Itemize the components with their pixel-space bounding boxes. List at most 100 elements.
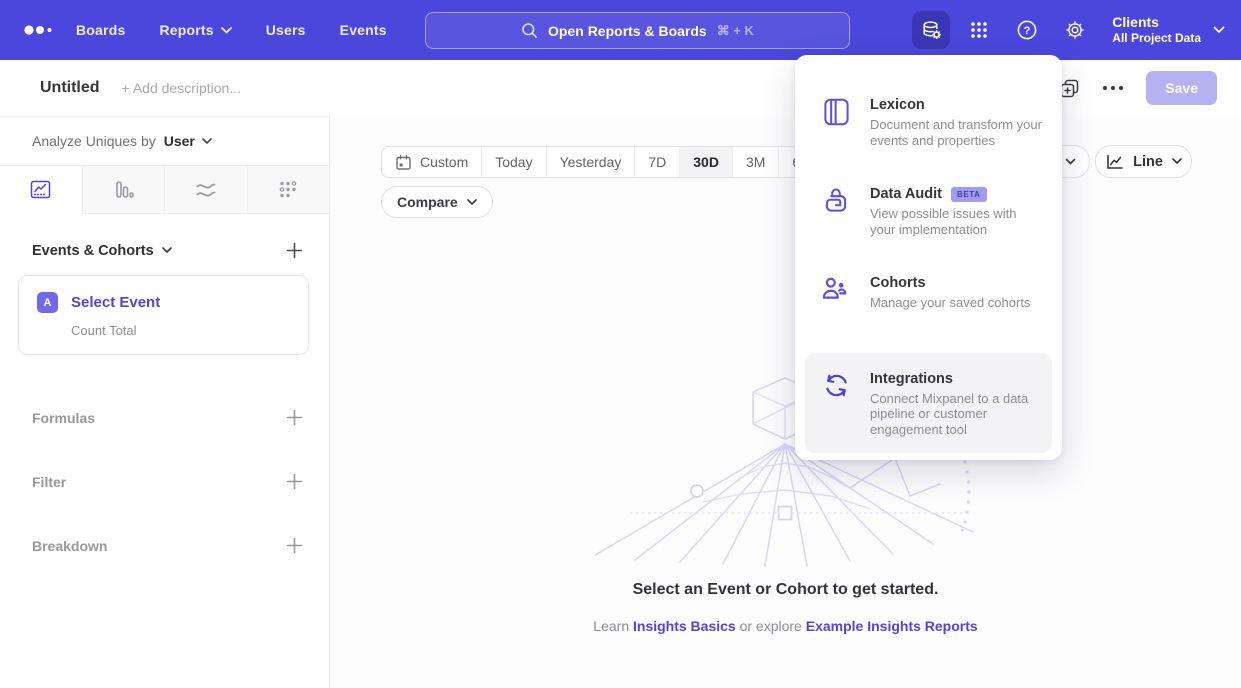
tab-bar-chart[interactable] xyxy=(83,166,166,213)
add-filter-button[interactable] xyxy=(286,473,303,490)
chart-canvas: Custom Today Yesterday 7D 30D 3M 6M Comp… xyxy=(330,116,1241,688)
plus-icon xyxy=(286,537,303,554)
menu-item-data-audit[interactable]: Data Audit BETA View possible issues wit… xyxy=(795,172,1062,249)
menu-item-cohorts[interactable]: Cohorts Manage your saved cohorts xyxy=(795,261,1062,323)
analyze-row: Analyze Uniques by User xyxy=(0,117,329,166)
chevron-down-icon xyxy=(221,27,232,34)
nav-boards[interactable]: Boards xyxy=(76,22,125,38)
report-title[interactable]: Untitled xyxy=(40,79,100,97)
help-icon: ? xyxy=(1016,19,1038,41)
beta-badge: BETA xyxy=(951,187,987,202)
chevron-down-icon xyxy=(1213,26,1225,34)
empty-state-title: Select an Event or Cohort to get started… xyxy=(330,581,1241,599)
apps-grid-button[interactable] xyxy=(960,11,998,49)
plus-icon xyxy=(286,242,303,259)
navbar-actions: ? Clients All Project Data xyxy=(912,0,1225,60)
plus-icon xyxy=(286,473,303,490)
formulas-label: Formulas xyxy=(32,410,95,426)
mixpanel-insights-app: Boards Reports Users Events Open Reports… xyxy=(0,0,1241,688)
line-chart-icon xyxy=(1105,153,1124,171)
metric-grid-icon xyxy=(277,179,299,201)
compare-dropdown[interactable]: Compare xyxy=(381,186,493,218)
more-options-button[interactable] xyxy=(1102,85,1124,91)
stacked-flow-icon xyxy=(194,178,218,202)
empty-state: Select an Event or Cohort to get started… xyxy=(330,581,1241,634)
chart-type-dropdown[interactable]: Line xyxy=(1095,145,1192,178)
gear-icon xyxy=(1064,19,1086,41)
events-cohorts-header: Events & Cohorts xyxy=(0,242,329,259)
add-breakdown-button[interactable] xyxy=(286,537,303,554)
event-card[interactable]: A Select Event Count Total xyxy=(18,275,309,355)
database-gear-icon xyxy=(920,19,943,42)
settings-button[interactable] xyxy=(1056,11,1094,49)
mixpanel-logo-icon[interactable] xyxy=(22,20,58,40)
event-series-badge: A xyxy=(37,292,58,313)
project-scope: All Project Data xyxy=(1112,31,1201,46)
date-range-30d[interactable]: 30D xyxy=(680,147,733,177)
date-range-3m[interactable]: 3M xyxy=(733,147,779,177)
project-switcher[interactable]: Clients All Project Data xyxy=(1112,14,1225,46)
plus-icon xyxy=(286,409,303,426)
project-name: Clients xyxy=(1112,14,1201,31)
tab-metric-grid[interactable] xyxy=(248,166,330,213)
svg-text:?: ? xyxy=(1024,25,1031,37)
filter-section: Filter xyxy=(0,473,329,490)
date-range-7d[interactable]: 7D xyxy=(635,147,680,177)
tab-stacked-chart[interactable] xyxy=(165,166,248,213)
insights-basics-link[interactable]: Insights Basics xyxy=(633,618,736,634)
empty-state-subtitle: Learn Insights Basics or explore Example… xyxy=(330,618,1241,634)
chevron-down-icon xyxy=(1172,158,1182,165)
date-range-custom[interactable]: Custom xyxy=(382,147,482,177)
duplicate-button[interactable] xyxy=(1059,78,1080,99)
audit-icon xyxy=(821,184,851,237)
select-event-label[interactable]: Select Event xyxy=(71,294,160,311)
search-shortcut: ⌘ + K xyxy=(717,23,754,39)
formulas-section: Formulas xyxy=(0,409,329,426)
nav-events[interactable]: Events xyxy=(340,22,387,38)
nav-users[interactable]: Users xyxy=(266,22,306,38)
search-input[interactable]: Open Reports & Boards ⌘ + K xyxy=(425,12,850,49)
analyze-label: Analyze Uniques by xyxy=(32,133,156,149)
top-navbar: Boards Reports Users Events Open Reports… xyxy=(0,0,1241,60)
date-range-control: Custom Today Yesterday 7D 30D 3M 6M xyxy=(381,146,826,178)
chevron-down-icon xyxy=(467,199,477,206)
primary-nav: Boards Reports Users Events xyxy=(76,22,387,38)
menu-item-integrations[interactable]: Integrations Connect Mixpanel to a data … xyxy=(805,353,1052,454)
breakdown-label: Breakdown xyxy=(32,538,107,554)
breakdown-section: Breakdown xyxy=(0,537,329,554)
help-button[interactable]: ? xyxy=(1008,11,1046,49)
report-header-actions: Save xyxy=(1059,71,1217,105)
chart-type-tabs xyxy=(0,166,329,214)
chevron-down-icon xyxy=(162,247,172,254)
add-event-button[interactable] xyxy=(286,242,303,259)
add-formula-button[interactable] xyxy=(286,409,303,426)
data-management-button[interactable] xyxy=(912,11,950,49)
nav-reports[interactable]: Reports xyxy=(159,22,231,38)
ellipsis-icon xyxy=(1102,85,1124,91)
book-icon xyxy=(821,95,851,148)
bar-chart-icon xyxy=(112,178,135,201)
add-description-field[interactable]: + Add description... xyxy=(122,80,241,96)
search-icon xyxy=(521,22,538,39)
tab-line-chart[interactable] xyxy=(0,166,83,214)
example-insights-reports-link[interactable]: Example Insights Reports xyxy=(806,618,978,634)
date-range-today[interactable]: Today xyxy=(482,147,546,177)
filter-label: Filter xyxy=(32,474,66,490)
date-range-yesterday[interactable]: Yesterday xyxy=(547,147,636,177)
menu-item-lexicon[interactable]: Lexicon Document and transform your even… xyxy=(795,83,1062,160)
chevron-down-icon xyxy=(1065,158,1076,166)
events-cohorts-toggle[interactable]: Events & Cohorts xyxy=(32,243,172,259)
line-chart-icon xyxy=(29,178,52,201)
copy-plus-icon xyxy=(1059,78,1080,99)
people-icon xyxy=(821,273,851,311)
sync-icon xyxy=(821,369,851,438)
search-placeholder: Open Reports & Boards xyxy=(548,23,707,39)
apps-grid-icon xyxy=(968,19,990,41)
chevron-down-icon xyxy=(202,138,212,145)
analyze-by-dropdown[interactable]: User xyxy=(164,133,212,149)
save-button[interactable]: Save xyxy=(1146,71,1217,105)
data-management-menu: Lexicon Document and transform your even… xyxy=(795,55,1062,460)
event-aggregation-label[interactable]: Count Total xyxy=(71,323,294,338)
calendar-icon xyxy=(395,154,412,171)
query-builder-sidebar: Analyze Uniques by User xyxy=(0,116,330,688)
